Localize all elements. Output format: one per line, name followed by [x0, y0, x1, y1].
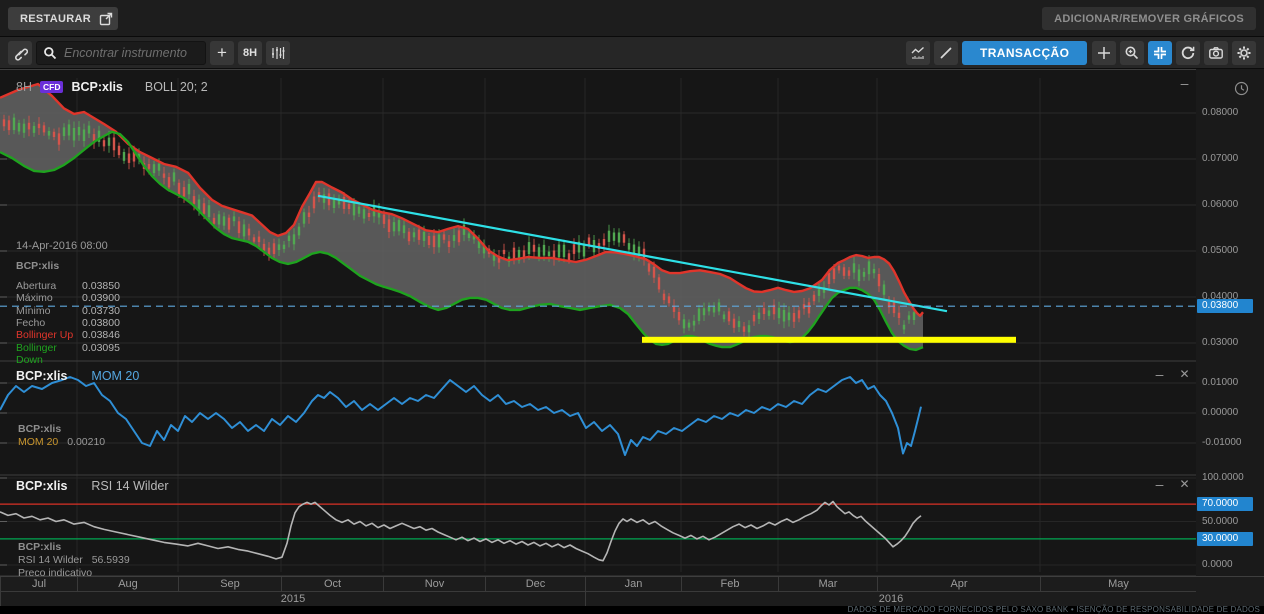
candles-settings-icon	[270, 45, 286, 61]
month-label: Feb	[681, 577, 778, 592]
main-pane-collapse-button[interactable]: –	[1176, 76, 1193, 93]
axis-tick-label: 0.07000	[1202, 153, 1238, 164]
settings-button[interactable]	[1232, 41, 1256, 65]
price-badge: 0.03800	[1197, 299, 1253, 313]
month-label: Apr	[877, 577, 1040, 592]
month-label: Oct	[281, 577, 383, 592]
draw-trendline-button[interactable]	[934, 41, 958, 65]
clock-icon	[1234, 81, 1249, 96]
add-instrument-button[interactable]: +	[210, 41, 234, 65]
month-label: Jan	[585, 577, 681, 592]
month-label: Jul	[0, 577, 77, 592]
instrument-search	[36, 41, 206, 65]
mom-pane-collapse-button[interactable]: –	[1151, 367, 1168, 384]
toolbar: + 8H TRANSACÇÃO	[0, 37, 1264, 69]
restore-button[interactable]: RESTAURAR	[8, 7, 103, 30]
year-label: 2015	[0, 592, 585, 607]
add-remove-charts-button[interactable]: ADICIONAR/REMOVER GRÁFICOS	[1042, 7, 1256, 30]
chart-type-icon	[910, 45, 926, 61]
axis-tick-label: 0.05000	[1202, 245, 1238, 256]
price-badge: 70.0000	[1197, 497, 1253, 511]
refresh-icon	[1180, 45, 1196, 61]
chart-region: 8H CFD BCP:xlis BOLL 20; 2 – 14-Apr-2016…	[0, 69, 1264, 614]
link-icon	[12, 45, 28, 61]
time-axis[interactable]: JulAugSepOctNovDecJanFebMarAprMay 201520…	[0, 576, 1264, 606]
rsi-pane-close-button[interactable]: ✕	[1176, 477, 1193, 494]
transaction-button[interactable]: TRANSACÇÃO	[962, 41, 1087, 65]
mom-pane-close-button[interactable]: ✕	[1176, 367, 1193, 384]
chart-application-window: RESTAURAR ADICIONAR/REMOVER GRÁFICOS + 8…	[0, 0, 1264, 614]
reset-zoom-button[interactable]	[1148, 41, 1172, 65]
trendline-icon	[938, 45, 954, 61]
search-input[interactable]	[62, 45, 199, 61]
link-chart-button[interactable]	[8, 41, 32, 65]
collapse-icon	[1152, 45, 1168, 61]
price-axis[interactable]: 0.080000.070000.060000.050000.040000.030…	[1196, 69, 1264, 576]
price-badge: 30.0000	[1197, 532, 1253, 546]
axis-tick-label: 0.06000	[1202, 199, 1238, 210]
crosshair-icon	[1096, 45, 1112, 61]
month-label: Nov	[383, 577, 485, 592]
month-label: May	[1040, 577, 1196, 592]
axis-tick-label: 100.0000	[1202, 472, 1244, 483]
month-label: Sep	[178, 577, 281, 592]
axis-tick-label: 0.01000	[1202, 377, 1238, 388]
zoom-in-button[interactable]	[1120, 41, 1144, 65]
axis-tick-label: 50.0000	[1202, 516, 1238, 527]
month-label: Mar	[778, 577, 877, 592]
popout-icon	[99, 12, 113, 26]
refresh-button[interactable]	[1176, 41, 1200, 65]
chart-canvas[interactable]	[0, 69, 1264, 614]
gear-icon	[1236, 45, 1252, 61]
axis-tick-label: 0.08000	[1202, 107, 1238, 118]
interval-button[interactable]: 8H	[238, 41, 262, 65]
crosshair-button[interactable]	[1092, 41, 1116, 65]
axis-tick-label: 0.0000	[1202, 559, 1233, 570]
chart-style-button[interactable]	[266, 41, 290, 65]
popout-button[interactable]	[93, 7, 118, 30]
camera-icon	[1208, 45, 1224, 61]
zoom-in-icon	[1124, 45, 1140, 61]
data-provider-footer: DADOS DE MERCADO FORNECIDOS PELO SAXO BA…	[0, 606, 1264, 614]
rsi-pane-collapse-button[interactable]: –	[1151, 477, 1168, 494]
month-label: Aug	[77, 577, 178, 592]
month-label: Dec	[485, 577, 585, 592]
chart-type-button[interactable]	[906, 41, 930, 65]
snapshot-button[interactable]	[1204, 41, 1228, 65]
axis-tick-label: 0.00000	[1202, 407, 1238, 418]
axis-tick-label: -0.01000	[1202, 437, 1241, 448]
titlebar: RESTAURAR ADICIONAR/REMOVER GRÁFICOS	[0, 0, 1264, 37]
search-icon	[43, 46, 57, 60]
axis-tick-label: 0.03000	[1202, 337, 1238, 348]
